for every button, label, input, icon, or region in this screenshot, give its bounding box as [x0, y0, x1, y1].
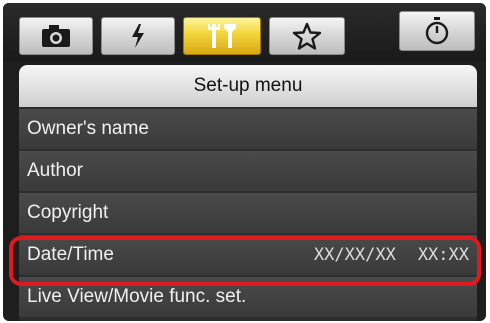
- menu-item-live-view-movie[interactable]: Live View/Movie func. set.: [19, 277, 477, 317]
- setup-menu-panel: Set-up menu Owner's name Author Copyrigh…: [19, 65, 477, 321]
- menu-item-label: Owner's name: [27, 118, 149, 139]
- date-value: XX/XX/XX: [313, 245, 396, 265]
- menu-item-label: Date/Time: [27, 244, 114, 265]
- menu-item-owners-name[interactable]: Owner's name: [19, 109, 477, 149]
- tab-my-menu[interactable]: [269, 17, 345, 55]
- tab-timer[interactable]: [399, 11, 475, 51]
- star-icon: [292, 22, 322, 50]
- flash-icon: [129, 23, 147, 49]
- camera-menu-screen: Set-up menu Owner's name Author Copyrigh…: [3, 3, 486, 321]
- menu-item-author[interactable]: Author: [19, 151, 477, 191]
- menu-item-label: Copyright: [27, 202, 109, 223]
- menu-item-date-time[interactable]: Date/Time XX/XX/XX XX:XX: [19, 235, 477, 275]
- tab-flash[interactable]: [101, 17, 175, 55]
- menu-item-label: Live View/Movie func. set.: [27, 286, 247, 307]
- menu-item-label: Author: [27, 160, 83, 181]
- tab-camera[interactable]: [19, 17, 93, 55]
- tab-setup[interactable]: [183, 17, 261, 55]
- menu-tab-bar: [3, 3, 486, 61]
- menu-title: Set-up menu: [19, 65, 477, 107]
- time-value: XX:XX: [417, 245, 469, 265]
- stopwatch-icon: [424, 16, 450, 46]
- date-time-value: XX/XX/XX XX:XX: [314, 235, 469, 275]
- wrench-icon: [205, 22, 239, 50]
- menu-item-copyright[interactable]: Copyright: [19, 193, 477, 233]
- camera-icon: [41, 24, 71, 48]
